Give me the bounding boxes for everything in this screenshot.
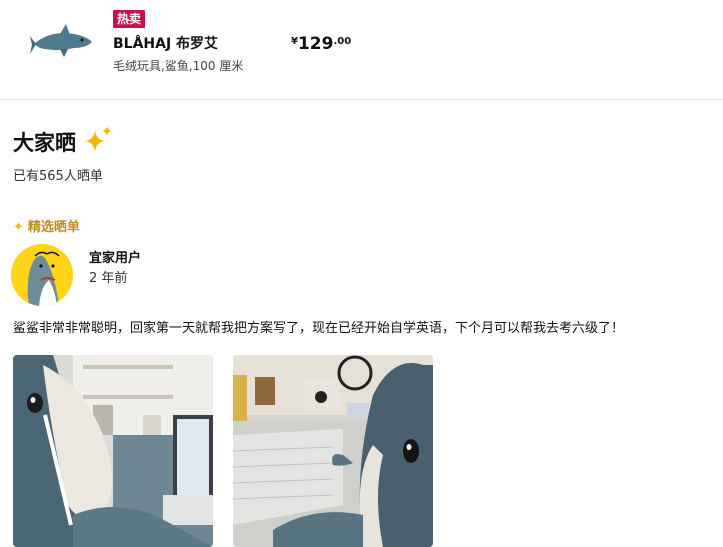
review-count: 已有565人晒单 (13, 169, 103, 184)
product-image[interactable] (30, 18, 96, 62)
review-photo-2[interactable] (233, 355, 433, 547)
price-decimal: .00 (333, 36, 352, 47)
section-title: 大家晒 (13, 131, 76, 155)
review-photo-1[interactable] (13, 355, 213, 547)
avatar (11, 244, 73, 306)
sparkle-icon (85, 126, 112, 152)
price-integer: 129 (297, 34, 334, 54)
post-time: 2 年前 (89, 271, 128, 286)
product-description: 毛绒玩具,鲨鱼,100 厘米 (113, 59, 244, 73)
product-price: ¥129.00 (291, 34, 351, 54)
hot-sale-badge: 热卖 (113, 10, 146, 28)
review-text: 鲨鲨非常非常聪明，回家第一天就帮我把方案写了，现在已经开始自学英语，下个月可以帮… (13, 321, 625, 336)
product-name[interactable]: BLÅHAJ 布罗艾 (113, 33, 218, 53)
price-currency: ¥ (291, 36, 298, 47)
featured-label-text: 精选晒单 (27, 220, 80, 235)
user-name: 宜家用户 (89, 251, 142, 266)
featured-reviews-label: ✦ 精选晒单 (13, 216, 80, 235)
star-icon: ✦ (13, 220, 24, 235)
product-summary-bar[interactable]: 热卖 BLÅHAJ 布罗艾 毛绒玩具,鲨鱼,100 厘米 ¥129.00 (0, 0, 723, 100)
